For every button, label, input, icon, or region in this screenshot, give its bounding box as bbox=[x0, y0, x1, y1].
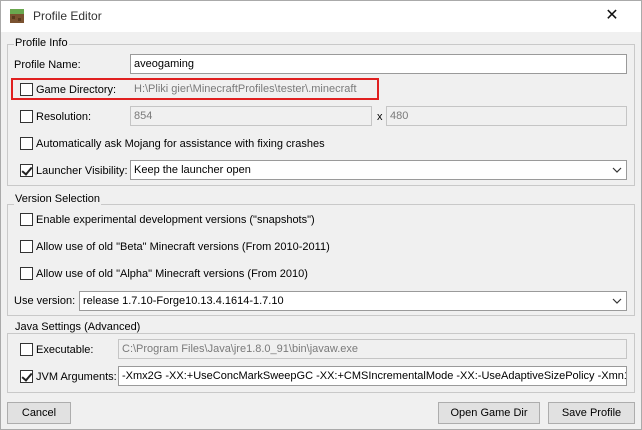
profile-name-label: Profile Name: bbox=[14, 59, 81, 71]
jvm-arguments-input[interactable]: -Xmx2G -XX:+UseConcMarkSweepGC -XX:+CMSI… bbox=[118, 366, 627, 386]
window-title: Profile Editor bbox=[33, 9, 102, 23]
resolution-checkbox[interactable] bbox=[20, 110, 33, 123]
launcher-visibility-checkbox[interactable] bbox=[20, 164, 33, 177]
auto-assist-checkbox[interactable] bbox=[20, 137, 33, 150]
launcher-visibility-value: Keep the launcher open bbox=[134, 164, 251, 176]
open-game-dir-button[interactable]: Open Game Dir bbox=[438, 402, 540, 424]
chevron-down-icon bbox=[612, 298, 622, 304]
jvm-arguments-checkbox[interactable] bbox=[20, 370, 33, 383]
alpha-checkbox[interactable] bbox=[20, 267, 33, 280]
java-settings-title: Java Settings (Advanced) bbox=[14, 321, 142, 333]
close-icon[interactable]: ✕ bbox=[597, 5, 627, 27]
game-directory-highlight bbox=[11, 78, 379, 100]
resolution-height-input[interactable]: 480 bbox=[386, 106, 627, 126]
cancel-button[interactable]: Cancel bbox=[7, 402, 71, 424]
minecraft-grass-block-icon bbox=[10, 9, 24, 23]
use-version-select[interactable]: release 1.7.10-Forge10.13.4.1614-1.7.10 bbox=[79, 291, 627, 311]
snapshots-label: Enable experimental development versions… bbox=[36, 214, 315, 226]
profile-info-title: Profile Info bbox=[14, 37, 69, 49]
save-profile-button[interactable]: Save Profile bbox=[548, 402, 635, 424]
version-selection-title: Version Selection bbox=[14, 193, 101, 205]
profile-editor-window: Profile Editor ✕ Profile Info Profile Na… bbox=[0, 0, 642, 430]
launcher-visibility-select[interactable]: Keep the launcher open bbox=[130, 160, 627, 180]
resolution-width-input[interactable]: 854 bbox=[130, 106, 372, 126]
profile-name-input[interactable]: aveogaming bbox=[130, 54, 627, 74]
resolution-separator: x bbox=[377, 111, 383, 123]
title-bar: Profile Editor ✕ bbox=[1, 1, 641, 32]
beta-checkbox[interactable] bbox=[20, 240, 33, 253]
snapshots-checkbox[interactable] bbox=[20, 213, 33, 226]
executable-label: Executable: bbox=[36, 344, 94, 356]
launcher-visibility-label: Launcher Visibility: bbox=[36, 165, 128, 177]
alpha-label: Allow use of old "Alpha" Minecraft versi… bbox=[36, 268, 308, 280]
use-version-value: release 1.7.10-Forge10.13.4.1614-1.7.10 bbox=[83, 295, 284, 307]
use-version-label: Use version: bbox=[14, 295, 76, 307]
auto-assist-label: Automatically ask Mojang for assistance … bbox=[36, 138, 325, 150]
jvm-arguments-label: JVM Arguments: bbox=[36, 371, 117, 383]
beta-label: Allow use of old "Beta" Minecraft versio… bbox=[36, 241, 330, 253]
chevron-down-icon bbox=[612, 167, 622, 173]
executable-checkbox[interactable] bbox=[20, 343, 33, 356]
resolution-label: Resolution: bbox=[36, 111, 92, 123]
executable-input[interactable]: C:\Program Files\Java\jre1.8.0_91\bin\ja… bbox=[118, 339, 627, 359]
